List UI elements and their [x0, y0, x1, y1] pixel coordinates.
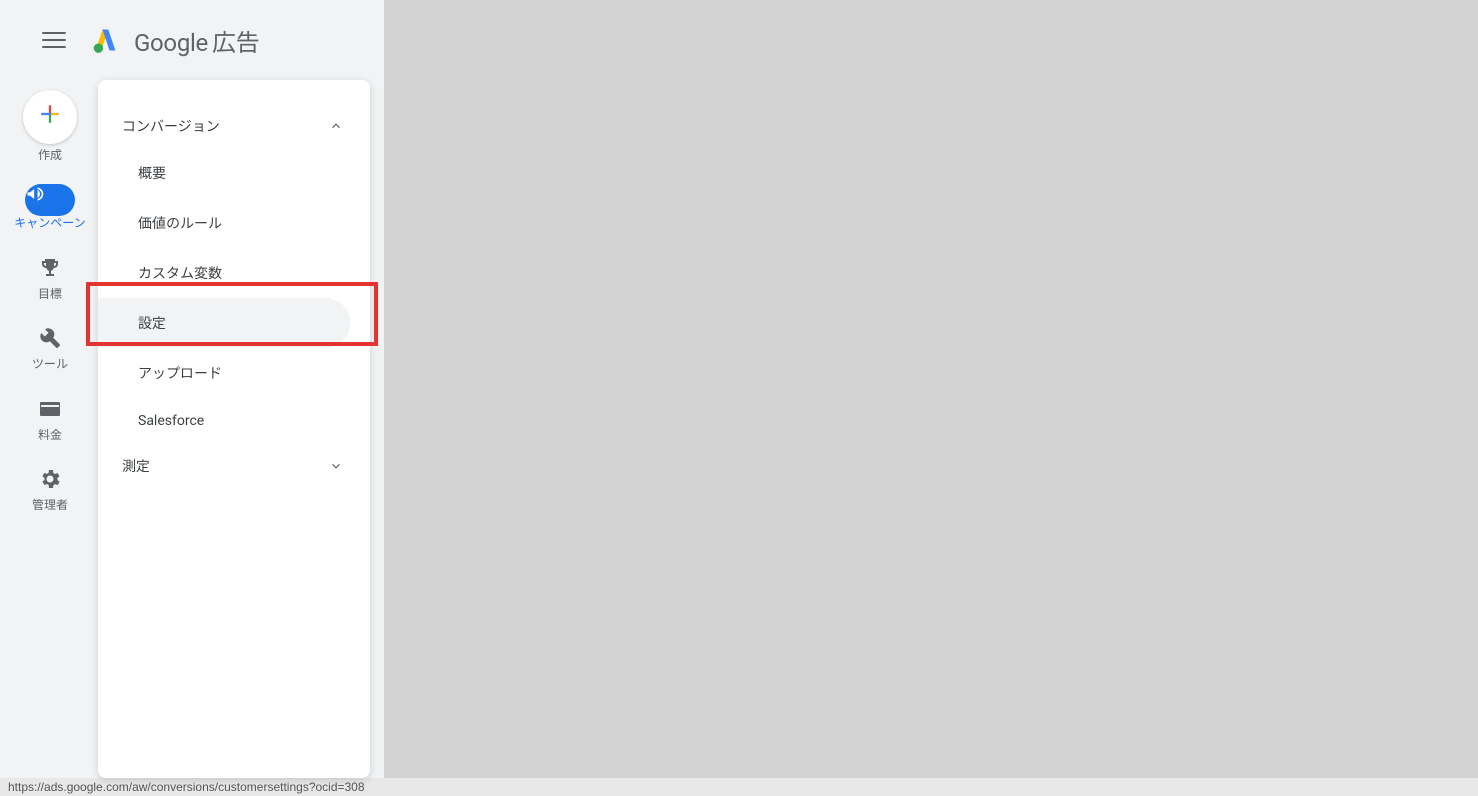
- tools-icon: [35, 323, 65, 353]
- section-conversion-label: コンバージョン: [122, 116, 220, 136]
- nav-panel: コンバージョン 概要 価値のルール カスタム変数 設定 アップロード Sales…: [98, 80, 370, 778]
- gear-icon: [35, 464, 65, 494]
- chevron-up-icon: [326, 116, 346, 136]
- panel-item-upload-label: アップロード: [138, 366, 222, 382]
- product-title: Google広告: [134, 23, 259, 58]
- panel-item-overview[interactable]: 概要: [98, 148, 370, 198]
- icon-rail: 作成 キャンペーン 目標 ツール 料金 管理者: [0, 80, 100, 778]
- header: Google広告: [0, 0, 384, 80]
- rail-label-create: 作成: [38, 148, 62, 162]
- rail-label-campaign: キャンペーン: [14, 216, 85, 230]
- panel-item-custom-vars-label: カスタム変数: [138, 266, 222, 282]
- panel-item-value-rules-label: 価値のルール: [138, 216, 222, 232]
- product-logo[interactable]: Google広告: [92, 23, 259, 58]
- rail-item-admin[interactable]: 管理者: [0, 464, 100, 512]
- create-button-circle: [23, 90, 77, 144]
- rail-item-create[interactable]: 作成: [0, 90, 100, 162]
- panel-item-value-rules[interactable]: 価値のルール: [98, 198, 370, 248]
- trophy-icon: [35, 253, 65, 283]
- status-url: https://ads.google.com/aw/conversions/cu…: [8, 780, 365, 794]
- panel-item-salesforce[interactable]: Salesforce: [98, 398, 370, 444]
- rail-label-admin: 管理者: [32, 498, 68, 512]
- rail-label-goals: 目標: [38, 287, 62, 301]
- campaign-icon-pill: [25, 184, 75, 216]
- section-measurement-label: 測定: [122, 456, 150, 476]
- panel-item-overview-label: 概要: [138, 166, 166, 182]
- rail-item-campaign[interactable]: キャンペーン: [0, 184, 100, 230]
- section-conversion[interactable]: コンバージョン: [98, 104, 370, 148]
- panel-item-settings-label: 設定: [138, 316, 166, 332]
- main-content: [384, 0, 1478, 778]
- status-bar: https://ads.google.com/aw/conversions/cu…: [0, 778, 1478, 796]
- panel-item-custom-vars[interactable]: カスタム変数: [98, 248, 370, 298]
- menu-icon[interactable]: [42, 28, 66, 52]
- rail-item-goals[interactable]: 目標: [0, 253, 100, 301]
- rail-item-billing[interactable]: 料金: [0, 394, 100, 442]
- rail-label-billing: 料金: [38, 428, 62, 442]
- chevron-down-icon: [326, 456, 346, 476]
- panel-item-salesforce-label: Salesforce: [138, 413, 204, 429]
- billing-icon: [35, 394, 65, 424]
- panel-item-settings[interactable]: 設定: [98, 298, 350, 348]
- section-measurement[interactable]: 測定: [98, 444, 370, 488]
- google-ads-icon: [92, 26, 120, 54]
- megaphone-icon: [25, 184, 45, 204]
- rail-label-tools: ツール: [32, 357, 68, 371]
- panel-item-upload[interactable]: アップロード: [98, 348, 370, 398]
- rail-item-tools[interactable]: ツール: [0, 323, 100, 371]
- plus-icon: [37, 100, 63, 135]
